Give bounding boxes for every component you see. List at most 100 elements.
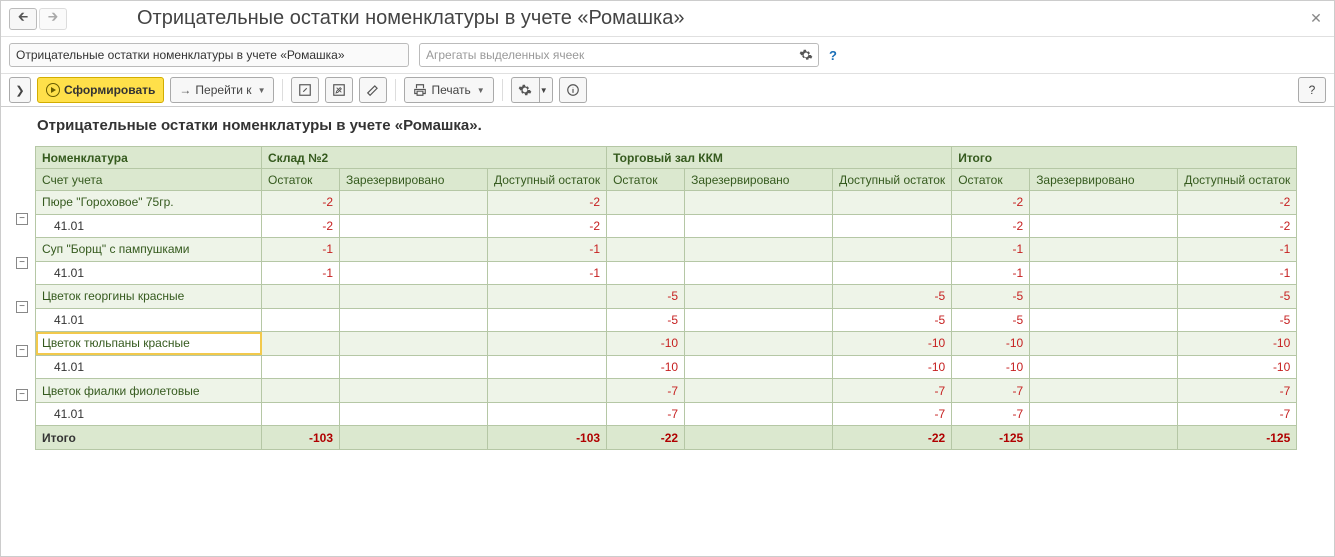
tool-icon-1[interactable]	[291, 77, 319, 103]
value-cell	[685, 379, 833, 403]
value-cell	[488, 332, 607, 356]
value-cell	[1030, 285, 1178, 309]
value-cell	[488, 402, 607, 426]
value-cell: -10	[833, 332, 952, 356]
printer-icon	[413, 83, 427, 97]
value-cell	[685, 285, 833, 309]
value-cell: -103	[262, 426, 340, 450]
tool-icon-2[interactable]	[325, 77, 353, 103]
goto-button[interactable]: → Перейти к ▼	[170, 77, 274, 103]
value-cell: -2	[488, 214, 607, 238]
value-cell: -5	[833, 285, 952, 309]
generate-button[interactable]: Сформировать	[37, 77, 164, 103]
value-cell	[1030, 379, 1178, 403]
aggregates-field[interactable]	[419, 43, 819, 67]
value-cell	[340, 308, 488, 332]
value-cell	[685, 238, 833, 262]
table-row[interactable]: Пюре "Гороховое" 75гр.-2-2-2-2	[36, 191, 1297, 215]
edit-button[interactable]	[359, 77, 387, 103]
row-expander[interactable]: −	[16, 389, 28, 401]
play-icon	[46, 83, 60, 97]
value-cell: -1	[262, 238, 340, 262]
value-cell: -5	[1178, 285, 1297, 309]
settings-dropdown[interactable]: ▼	[539, 77, 553, 103]
nav-back-button[interactable]: 🡰	[9, 8, 37, 30]
settings-button[interactable]	[511, 77, 539, 103]
value-cell	[488, 355, 607, 379]
value-cell: -7	[607, 402, 685, 426]
table-row[interactable]: 41.01-7-7-7-7	[36, 402, 1297, 426]
value-cell: -1	[488, 261, 607, 285]
table-row[interactable]: Суп "Борщ" с пампушками-1-1-1-1	[36, 238, 1297, 262]
value-cell: -7	[952, 402, 1030, 426]
row-account: 41.01	[36, 308, 262, 332]
caret-down-icon: ▼	[258, 86, 266, 95]
value-cell: -7	[952, 379, 1030, 403]
print-button[interactable]: Печать ▼	[404, 77, 493, 103]
table-row[interactable]: 41.01-2-2-2-2	[36, 214, 1297, 238]
value-cell: -5	[952, 308, 1030, 332]
info-button[interactable]	[559, 77, 587, 103]
row-group-name: Пюре "Гороховое" 75гр.	[36, 191, 262, 215]
total-row: Итого-103-103-22-22-125-125	[36, 426, 1297, 450]
row-expander[interactable]: −	[16, 301, 28, 313]
value-cell	[833, 238, 952, 262]
value-cell	[607, 191, 685, 215]
value-cell	[685, 355, 833, 379]
report-table: Номенклатура Склад №2 Торговый зал ККМ И…	[35, 146, 1297, 450]
value-cell: -5	[952, 285, 1030, 309]
aggregates-settings-icon[interactable]	[797, 46, 815, 64]
value-cell: -7	[1178, 379, 1297, 403]
value-cell: -7	[833, 379, 952, 403]
nav-forward-button[interactable]: 🡲	[39, 8, 67, 30]
value-cell	[340, 379, 488, 403]
print-label: Печать	[431, 83, 470, 97]
row-group-name: Цветок фиалки фиолетовые	[36, 379, 262, 403]
value-cell	[340, 261, 488, 285]
report-name-field[interactable]	[9, 43, 409, 67]
close-button[interactable]: ✕	[1306, 9, 1326, 29]
value-cell	[488, 308, 607, 332]
table-row[interactable]: 41.01-1-1-1-1	[36, 261, 1297, 285]
info-icon	[566, 83, 580, 97]
expand-panel-button[interactable]: ❯	[9, 77, 31, 103]
value-cell: -10	[952, 355, 1030, 379]
row-account: 41.01	[36, 214, 262, 238]
value-cell: -1	[488, 238, 607, 262]
value-cell: -7	[1178, 402, 1297, 426]
value-cell: -22	[833, 426, 952, 450]
value-cell: -5	[833, 308, 952, 332]
arrow-right-icon: →	[179, 83, 191, 97]
value-cell: -7	[607, 379, 685, 403]
value-cell: -2	[262, 191, 340, 215]
value-cell	[340, 332, 488, 356]
row-account: 41.01	[36, 355, 262, 379]
table-row[interactable]: Цветок фиалки фиолетовые-7-7-7-7	[36, 379, 1297, 403]
value-cell	[1030, 332, 1178, 356]
value-cell	[685, 332, 833, 356]
value-cell: -2	[952, 214, 1030, 238]
goto-label: Перейти к	[195, 83, 251, 97]
table-row[interactable]: 41.01-10-10-10-10	[36, 355, 1297, 379]
value-cell	[607, 261, 685, 285]
row-expander[interactable]: −	[16, 345, 28, 357]
table-row[interactable]: Цветок георгины красные-5-5-5-5	[36, 285, 1297, 309]
value-cell: -1	[262, 261, 340, 285]
group-head-1: Торговый зал ККМ	[607, 147, 952, 169]
value-cell: -1	[952, 261, 1030, 285]
help-link[interactable]: ?	[829, 48, 837, 63]
table-row[interactable]: Цветок тюльпаны красные-10-10-10-10	[36, 332, 1297, 356]
group-head-2: Итого	[952, 147, 1297, 169]
value-cell: -1	[952, 238, 1030, 262]
value-cell	[340, 355, 488, 379]
row-expander[interactable]: −	[16, 257, 28, 269]
generate-label: Сформировать	[64, 83, 155, 97]
value-cell	[685, 191, 833, 215]
row-group-name: Цветок георгины красные	[36, 285, 262, 309]
value-cell	[685, 308, 833, 332]
value-cell: -5	[1178, 308, 1297, 332]
table-row[interactable]: 41.01-5-5-5-5	[36, 308, 1297, 332]
row-expander[interactable]: −	[16, 213, 28, 225]
help-button[interactable]: ?	[1298, 77, 1326, 103]
value-cell	[340, 214, 488, 238]
